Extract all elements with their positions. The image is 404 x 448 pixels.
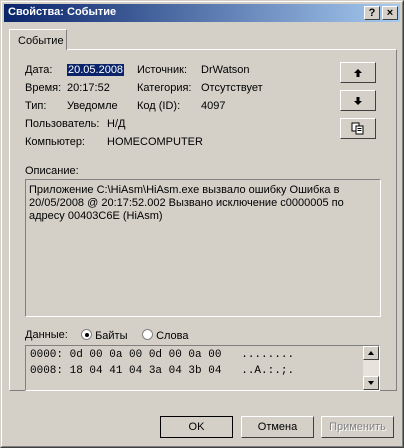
scroll-up-button[interactable] [363, 346, 379, 360]
ok-button[interactable]: OK [160, 416, 233, 438]
tab-event[interactable]: Событие [9, 29, 67, 50]
copy-icon [351, 122, 364, 135]
computer-value[interactable]: HOMECOMPUTER [107, 136, 203, 148]
data-label: Данные: [25, 329, 68, 341]
words-label: Слова [156, 330, 189, 342]
bytes-label: Байты [95, 330, 128, 342]
cancel-button[interactable]: Отмена [241, 416, 314, 438]
title-bar[interactable]: Свойства: Событие ? × [4, 4, 400, 22]
next-event-button[interactable] [340, 90, 376, 111]
date-value[interactable]: 20.05.2008 [67, 64, 125, 76]
words-radio[interactable]: Слова [142, 329, 189, 342]
category-label: Категория: [137, 82, 192, 94]
radio-selected-icon [81, 329, 92, 340]
category-value[interactable]: Отсутствует [201, 82, 263, 94]
radio-empty-icon [142, 329, 153, 340]
copy-button[interactable] [340, 118, 376, 139]
code-value[interactable]: 4097 [201, 100, 225, 112]
time-value[interactable]: 20:17:52 [67, 82, 110, 94]
description-label: Описание: [25, 165, 79, 177]
computer-label: Компьютер: [25, 136, 85, 148]
scroll-down-button[interactable] [363, 376, 379, 390]
bytes-radio[interactable]: Байты [81, 329, 128, 342]
description-text[interactable]: Приложение C:\HiAsm\HiAsm.exe вызвало ош… [25, 179, 381, 317]
code-label: Код (ID): [137, 100, 181, 112]
source-value[interactable]: DrWatson [201, 64, 250, 76]
properties-dialog: Свойства: Событие ? × Событие Дата: 20.0… [0, 0, 404, 448]
time-label: Время: [25, 82, 62, 94]
triangle-up-icon [368, 351, 374, 355]
up-arrow-icon [354, 68, 362, 77]
vertical-scrollbar[interactable] [363, 346, 379, 390]
help-button[interactable]: ? [364, 6, 380, 20]
type-value[interactable]: Уведомле [67, 100, 118, 112]
source-label: Источник: [137, 64, 188, 76]
type-label: Тип: [25, 100, 47, 112]
down-arrow-icon [354, 96, 362, 105]
close-button[interactable]: × [382, 6, 398, 20]
hex-line: 0000: 0d 00 0a 00 0d 00 0a 00 ........ [30, 349, 295, 361]
window-title: Свойства: Событие [8, 6, 117, 18]
apply-button[interactable]: Применить [321, 416, 394, 438]
hex-line: 0008: 18 04 41 04 3a 04 3b 04 ..A.:.;. [30, 365, 295, 377]
date-label: Дата: [25, 64, 53, 76]
user-value[interactable]: Н/Д [107, 118, 125, 130]
previous-event-button[interactable] [340, 62, 376, 83]
user-label: Пользователь: [25, 118, 100, 130]
hex-data-box[interactable]: 0000: 0d 00 0a 00 0d 00 0a 00 ........ 0… [25, 345, 380, 391]
triangle-down-icon [368, 381, 374, 385]
